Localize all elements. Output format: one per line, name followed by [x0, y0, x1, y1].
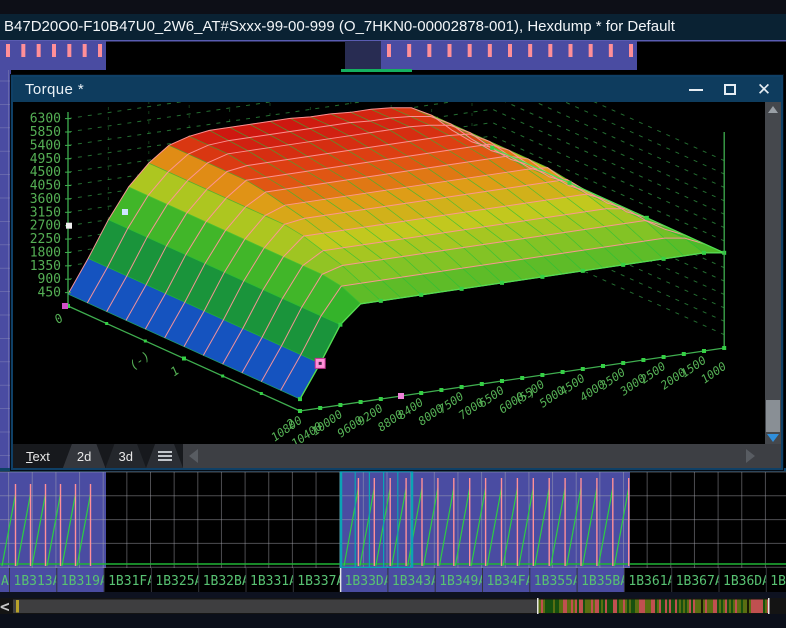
minimize-button[interactable] [679, 77, 713, 102]
svg-text:0: 0 [52, 311, 66, 327]
overview-scrollbar[interactable]: < [0, 597, 786, 616]
address-label[interactable]: 1B31FA [108, 574, 155, 589]
svg-text:4500: 4500 [30, 165, 61, 180]
svg-text:1350: 1350 [30, 259, 61, 274]
top-filler [0, 0, 786, 14]
address-label[interactable]: 1B337A [297, 574, 344, 589]
address-label-partial[interactable]: A [1, 574, 9, 589]
tab-3d[interactable]: 3d [105, 444, 146, 468]
address-label[interactable]: 1B361A [628, 574, 675, 589]
app-title-bar: B47D20O0-F10B47U0_2W6_AT#Sxxx-99-00-999 … [0, 14, 786, 40]
menu-icon [158, 451, 172, 453]
overview-position-tick [16, 600, 19, 613]
surface-mesh [68, 108, 726, 401]
svg-text:3600: 3600 [30, 192, 61, 207]
address-label[interactable]: 1B349A [439, 574, 486, 589]
tab-zone: Text 2d 3d [13, 444, 183, 468]
svg-text:(-): (-) [127, 349, 153, 373]
tab-text[interactable]: Text [13, 444, 63, 468]
svg-text:4050: 4050 [30, 179, 61, 194]
svg-text:4950: 4950 [30, 152, 61, 167]
address-label[interactable]: 1B36DA [723, 574, 770, 589]
address-label-row: A1B313A1B319A1B31FA1B325A1B32BA1B331A1B3… [0, 568, 786, 592]
scrollbar-thumb[interactable] [766, 400, 780, 432]
close-icon: ✕ [757, 81, 771, 98]
address-label[interactable]: 1B313A [14, 574, 61, 589]
close-button[interactable]: ✕ [747, 77, 781, 102]
overview-track[interactable] [13, 600, 537, 614]
svg-text:6300: 6300 [30, 112, 61, 127]
tab-scroll-left-icon[interactable] [189, 449, 198, 463]
window-title: Torque * [13, 81, 679, 98]
address-label[interactable]: 1B319A [61, 574, 108, 589]
plot-area: 4509001350180022502700315036004050450049… [13, 102, 765, 444]
svg-text:1800: 1800 [30, 245, 61, 260]
vertical-scrollbar[interactable] [765, 102, 781, 444]
maximize-button[interactable] [713, 77, 747, 102]
maximize-icon [724, 84, 736, 95]
screen: B47D20O0-F10B47U0_2W6_AT#Sxxx-99-00-999 … [0, 0, 786, 628]
address-label[interactable]: 1B343A [392, 574, 439, 589]
scrollbar-up-arrow-icon[interactable] [765, 102, 781, 116]
tab-2d[interactable]: 2d [63, 444, 106, 468]
free-marker [122, 209, 128, 215]
svg-text:5850: 5850 [30, 125, 61, 140]
address-label[interactable]: 1B33DA [345, 574, 392, 589]
tab-scroll-right-icon[interactable] [746, 449, 755, 463]
address-label[interactable]: 1B32BA [203, 574, 250, 589]
x-axis-marker [398, 393, 404, 399]
address-label[interactable]: 1B367A [676, 574, 723, 589]
scrollbar-down-arrow-icon[interactable] [765, 431, 781, 444]
address-label-partial[interactable]: 1B [770, 574, 786, 589]
app-title-text: B47D20O0-F10B47U0_2W6_AT#Sxxx-99-00-999 … [4, 18, 675, 35]
torque-window: Torque * ✕ 45090013501800225027003150360… [11, 75, 783, 470]
svg-text:1: 1 [168, 363, 182, 379]
address-label[interactable]: 1B325A [155, 574, 202, 589]
address-label[interactable]: 1B355A [534, 574, 581, 589]
window-title-bar[interactable]: Torque * ✕ [13, 77, 781, 102]
svg-text:450: 450 [38, 286, 61, 301]
torque-3d-surface-chart[interactable]: 4509001350180022502700315036004050450049… [13, 102, 765, 444]
svg-text:5400: 5400 [30, 138, 61, 153]
svg-text:3150: 3150 [30, 205, 61, 220]
z-axis-marker [66, 223, 72, 229]
left-background-sliver [0, 70, 11, 470]
address-label[interactable]: 1B34FA [487, 574, 534, 589]
address-label[interactable]: 1B35BA [581, 574, 628, 589]
origin-marker [62, 303, 68, 309]
view-tab-bar: Text 2d 3d [13, 444, 781, 468]
svg-text:900: 900 [38, 272, 61, 287]
svg-text:2700: 2700 [30, 219, 61, 234]
overview-left-chevron-icon[interactable]: < [0, 597, 10, 616]
minimize-icon [689, 89, 703, 91]
svg-text:2250: 2250 [30, 232, 61, 247]
tab-menu[interactable] [146, 444, 183, 468]
address-label[interactable]: 1B331A [250, 574, 297, 589]
